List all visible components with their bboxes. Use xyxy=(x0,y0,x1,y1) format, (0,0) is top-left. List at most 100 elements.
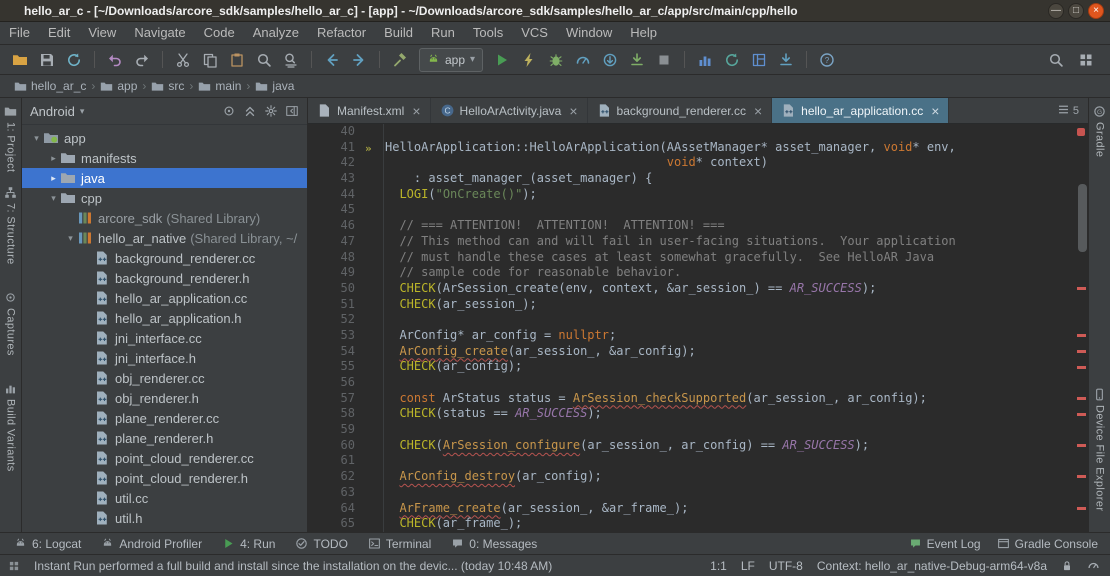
toolbar-back-button[interactable] xyxy=(320,48,344,72)
breadcrumb-hello-ar-c[interactable]: hello_ar_c xyxy=(14,79,86,93)
project-collapse-button[interactable] xyxy=(243,104,257,118)
expand-arrow-icon[interactable]: ▸ xyxy=(47,173,60,184)
close-icon[interactable]: × xyxy=(931,104,939,118)
menu-navigate[interactable]: Navigate xyxy=(125,22,194,44)
editor-scrollbar[interactable] xyxy=(1078,184,1087,252)
caret-position[interactable]: 1:1 xyxy=(710,559,727,573)
expand-arrow-icon[interactable]: ▸ xyxy=(47,153,60,164)
breadcrumb-java[interactable]: java xyxy=(255,79,294,93)
toolbar-sync-gradle-button[interactable] xyxy=(720,48,744,72)
line-separator-indicator[interactable]: LF xyxy=(741,559,755,573)
toolbar-replace-button[interactable] xyxy=(279,48,303,72)
toolbar-help-button[interactable]: ? xyxy=(815,48,839,72)
toolwindow-event-log[interactable]: Event Log xyxy=(909,537,981,551)
tree-item-arcore-sdk[interactable]: arcore_sdk (Shared Library) xyxy=(22,208,307,228)
toolbar-run-button[interactable] xyxy=(490,48,514,72)
toolbar-build-button[interactable] xyxy=(388,48,412,72)
tree-item-manifests[interactable]: ▸manifests xyxy=(22,148,307,168)
inspections-indicator-icon[interactable] xyxy=(1087,559,1100,572)
toolbar-stop-button[interactable] xyxy=(652,48,676,72)
toolbar-sdk-manager-button[interactable] xyxy=(774,48,798,72)
menu-analyze[interactable]: Analyze xyxy=(244,22,308,44)
tree-item-util-cc[interactable]: util.cc xyxy=(22,488,307,508)
toolbar-tool-windows-button[interactable] xyxy=(1074,48,1098,72)
tree-item-hello-ar-application-cc[interactable]: hello_ar_application.cc xyxy=(22,288,307,308)
menu-vcs[interactable]: VCS xyxy=(512,22,557,44)
project-gear-button[interactable] xyxy=(264,104,278,118)
toolbar-paste-button[interactable] xyxy=(225,48,249,72)
expand-arrow-icon[interactable]: ▾ xyxy=(30,133,43,144)
tree-item-util-h[interactable]: util.h xyxy=(22,508,307,528)
toolbar-find-button[interactable] xyxy=(252,48,276,72)
toolstrip-7-structure[interactable]: 7: Structure xyxy=(4,183,17,268)
toolwindow-terminal[interactable]: Terminal xyxy=(368,537,431,551)
tree-item-obj-renderer-h[interactable]: obj_renderer.h xyxy=(22,388,307,408)
tree-item-app[interactable]: ▾app xyxy=(22,128,307,148)
maximize-button[interactable]: □ xyxy=(1068,3,1084,19)
tree-item-background-renderer-h[interactable]: background_renderer.h xyxy=(22,268,307,288)
close-button[interactable]: × xyxy=(1088,3,1104,19)
menu-view[interactable]: View xyxy=(79,22,125,44)
tree-item-point-cloud-renderer-cc[interactable]: point_cloud_renderer.cc xyxy=(22,448,307,468)
hidden-tabs-dropdown[interactable]: 5 xyxy=(1057,98,1088,123)
tree-item-background-renderer-cc[interactable]: background_renderer.cc xyxy=(22,248,307,268)
toolbar-save-all-button[interactable] xyxy=(35,48,59,72)
menu-code[interactable]: Code xyxy=(195,22,244,44)
toolbar-undo-button[interactable] xyxy=(103,48,127,72)
toolbar-install-button[interactable] xyxy=(625,48,649,72)
project-locate-button[interactable] xyxy=(222,104,236,118)
tree-item-plane-renderer-h[interactable]: plane_renderer.h xyxy=(22,428,307,448)
toolbar-copy-button[interactable] xyxy=(198,48,222,72)
tree-item-obj-renderer-cc[interactable]: obj_renderer.cc xyxy=(22,368,307,388)
toolbar-debug-button[interactable] xyxy=(544,48,568,72)
toolwindow-todo[interactable]: TODO xyxy=(295,537,347,551)
toolstrip-captures[interactable]: Captures xyxy=(4,288,17,359)
breadcrumb-app[interactable]: app xyxy=(100,79,137,93)
toolbar-sync-button[interactable] xyxy=(62,48,86,72)
toolstrip-gradle[interactable]: GGradle xyxy=(1093,102,1106,160)
editor-tab-manifest-xml[interactable]: Manifest.xml× xyxy=(308,98,431,123)
expand-arrow-icon[interactable]: ▾ xyxy=(64,233,77,244)
editor-tab-background-renderer-cc[interactable]: background_renderer.cc× xyxy=(588,98,773,123)
menu-help[interactable]: Help xyxy=(621,22,666,44)
project-hide-button[interactable] xyxy=(285,104,299,118)
breadcrumb-src[interactable]: src xyxy=(151,79,184,93)
editor-tab-hello-ar-application-cc[interactable]: hello_ar_application.cc× xyxy=(772,98,949,123)
toolwindow-4-run[interactable]: 4: Run xyxy=(222,537,275,551)
tree-item-jni-interface-h[interactable]: jni_interface.h xyxy=(22,348,307,368)
toolbar-search-everywhere-button[interactable] xyxy=(1044,48,1068,72)
tree-item-java[interactable]: ▸java xyxy=(22,168,307,188)
toolwindow-android-profiler[interactable]: Android Profiler xyxy=(101,537,202,551)
toolbar-profile-button[interactable] xyxy=(571,48,595,72)
tree-item-hello-ar-native[interactable]: ▾hello_ar_native (Shared Library, ~/ xyxy=(22,228,307,248)
toolbar-forward-button[interactable] xyxy=(347,48,371,72)
toolbar-open-button[interactable] xyxy=(8,48,32,72)
toolbar-apply-changes-button[interactable] xyxy=(517,48,541,72)
menu-run[interactable]: Run xyxy=(422,22,464,44)
toolstrip-1-project[interactable]: 1: Project xyxy=(4,102,17,175)
toolbar-redo-button[interactable] xyxy=(130,48,154,72)
close-icon[interactable]: × xyxy=(754,104,762,118)
run-config-dropdown[interactable]: app▾ xyxy=(419,48,483,72)
toolwindow-gradle-console[interactable]: Gradle Console xyxy=(997,537,1098,551)
toolbar-profiler-button[interactable] xyxy=(693,48,717,72)
menu-build[interactable]: Build xyxy=(375,22,422,44)
project-view-selector[interactable]: Android ▾ xyxy=(30,104,84,119)
toolstrip-device-file-explorer[interactable]: Device File Explorer xyxy=(1093,385,1106,514)
tree-item-plane-renderer-cc[interactable]: plane_renderer.cc xyxy=(22,408,307,428)
close-icon[interactable]: × xyxy=(569,104,577,118)
minimize-button[interactable]: — xyxy=(1048,3,1064,19)
menu-refactor[interactable]: Refactor xyxy=(308,22,375,44)
toolwindow-0-messages[interactable]: 0: Messages xyxy=(451,537,537,551)
editor-code-area[interactable]: 4041424344454647484950515253545556575859… xyxy=(308,124,1088,532)
tree-item-hello-ar-application-h[interactable]: hello_ar_application.h xyxy=(22,308,307,328)
menu-window[interactable]: Window xyxy=(557,22,621,44)
close-icon[interactable]: × xyxy=(412,104,420,118)
toolbar-cut-button[interactable] xyxy=(171,48,195,72)
file-encoding[interactable]: UTF-8 xyxy=(769,559,803,573)
tree-item-point-cloud-renderer-h[interactable]: point_cloud_renderer.h xyxy=(22,468,307,488)
tree-item-jni-interface-cc[interactable]: jni_interface.cc xyxy=(22,328,307,348)
toolwindow-6-logcat[interactable]: 6: Logcat xyxy=(14,537,81,551)
menu-edit[interactable]: Edit xyxy=(39,22,79,44)
toolwindow-switcher-icon[interactable] xyxy=(8,560,20,572)
